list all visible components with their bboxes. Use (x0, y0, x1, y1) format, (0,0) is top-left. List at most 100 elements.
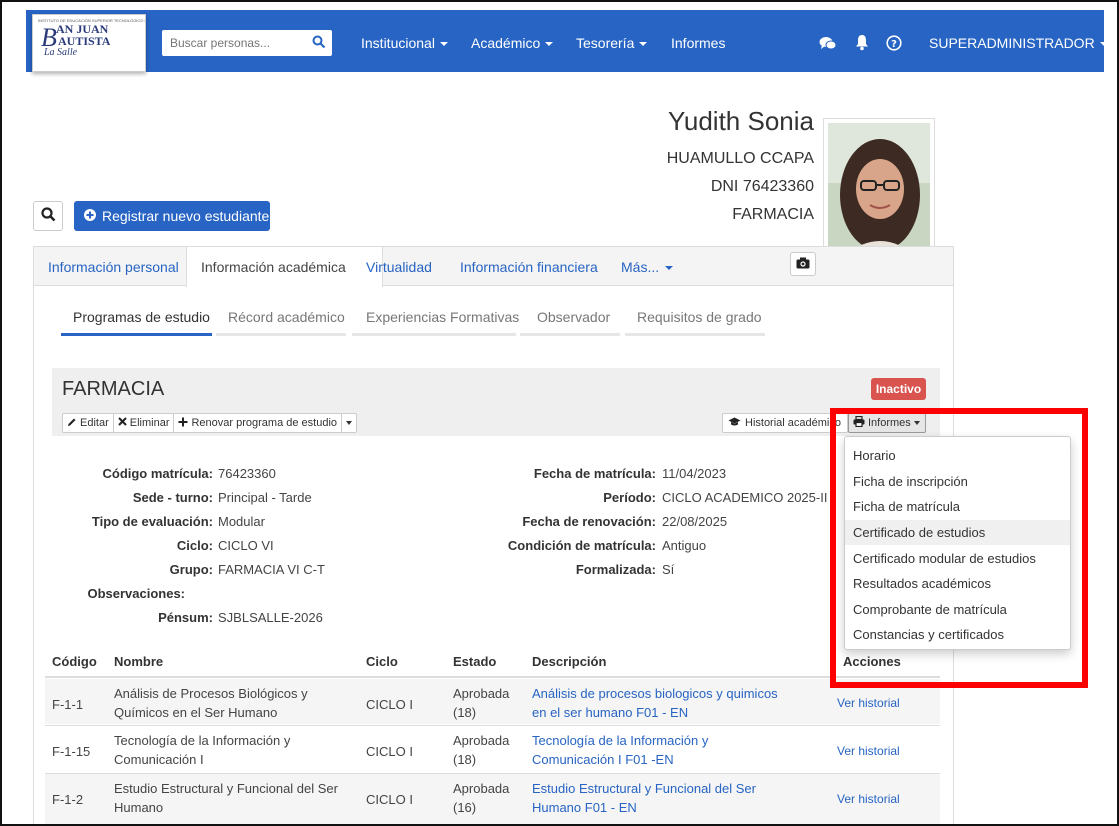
subtab-label: Requisitos de grado (637, 309, 762, 325)
help-icon[interactable]: ? (886, 35, 902, 54)
menu-item-ficha-matricula[interactable]: Ficha de matrícula (845, 494, 1070, 520)
history-button[interactable]: Historial académico (722, 413, 848, 433)
search-icon[interactable] (312, 35, 326, 52)
tab-mas[interactable]: Más... (621, 259, 674, 275)
subtab-requisitos[interactable]: Requisitos de grado (637, 309, 762, 325)
menu-item-horario[interactable]: Horario (845, 443, 1070, 469)
nav-tesoreria[interactable]: Tesorería (576, 35, 648, 51)
subtab-label: Observador (537, 309, 611, 325)
row-divider (45, 725, 940, 726)
tab-virtualidad[interactable]: Virtualidad (366, 259, 432, 275)
tab-informacion-academica[interactable]: Información académica (186, 246, 383, 287)
reports-button[interactable]: Informes (848, 413, 926, 433)
chat-icon[interactable] (819, 36, 837, 55)
cell-state: Aprobada (18) (453, 731, 509, 769)
tab-informacion-personal[interactable]: Información personal (48, 259, 179, 275)
table-header-divider (45, 676, 940, 678)
view-history-link[interactable]: Ver historial (837, 742, 900, 761)
institution-logo[interactable]: INSTITUTO DE EDUCACIÓN SUPERIOR TECNOLÓG… (32, 14, 146, 72)
detail-value: CICLO VI (218, 538, 274, 553)
nav-informes[interactable]: Informes (671, 35, 725, 51)
nav-academico[interactable]: Académico (471, 35, 554, 51)
register-student-button[interactable]: Registrar nuevo estudiante (74, 201, 270, 231)
detail-label: Ciclo: (176, 538, 213, 553)
subtab-label: Experiencias Formativas (366, 309, 520, 325)
cell-desc-line: en el ser humano F01 - EN (532, 705, 689, 720)
renew-program-button[interactable]: Renovar programa de estudio (174, 414, 343, 432)
view-history-link[interactable]: Ver historial (837, 790, 900, 809)
renew-label: Renovar programa de estudio (191, 417, 338, 429)
menu-item-ficha-inscripcion[interactable]: Ficha de inscripción (845, 469, 1070, 495)
cell-state-line: Aprobada (453, 686, 510, 701)
cell-desc-line: Tecnología de la Información y (532, 733, 709, 748)
caret-down-icon (913, 421, 920, 425)
subtab-programas[interactable]: Programas de estudio (73, 309, 210, 325)
tab-label: Información financiera (460, 259, 598, 275)
subtab-active-indicator (61, 333, 212, 336)
detail-value: 22/08/2025 (662, 514, 728, 529)
cell-description-link[interactable]: Estudio Estructural y Funcional del Ser H… (532, 779, 756, 817)
cell-description-link[interactable]: Análisis de procesos biologicos y quimic… (532, 684, 778, 722)
search-icon (40, 207, 56, 225)
status-badge: Inactivo (871, 378, 926, 400)
caret-down-icon (639, 42, 648, 47)
search-student-button[interactable] (33, 201, 63, 231)
cell-description-link[interactable]: Tecnología de la Información y Comunicaci… (532, 731, 708, 769)
nav-label: Tesorería (576, 35, 635, 51)
bell-icon[interactable] (855, 34, 869, 54)
cell-state: Aprobada (16) (453, 779, 509, 817)
view-history-link[interactable]: Ver historial (837, 694, 900, 713)
caret-down-icon (439, 42, 448, 47)
cell-name-line: Químicos en el Ser Humano (114, 705, 278, 720)
plus-icon (178, 417, 188, 430)
cell-state-line: Aprobada (453, 733, 510, 748)
subtab-divider (216, 333, 346, 336)
cell-cycle: CICLO I (366, 744, 413, 759)
student-program: FARMACIA (732, 206, 814, 223)
change-photo-button[interactable] (790, 252, 816, 276)
cell-state-line: (16) (453, 800, 477, 815)
tab-label: Información académica (201, 259, 346, 275)
menu-item-certificado-estudios[interactable]: Certificado de estudios (845, 519, 1070, 546)
search-box[interactable] (162, 30, 332, 56)
nav-institucional[interactable]: Institucional (361, 35, 448, 51)
edit-button[interactable]: Editar (63, 414, 114, 432)
subtab-label: Récord académico (228, 309, 345, 325)
search-input[interactable] (162, 30, 302, 56)
detail-value: Sí (662, 562, 675, 577)
detail-value: Modular (218, 514, 265, 529)
caret-down-icon (545, 42, 554, 47)
student-dni: DNI 76423360 (710, 178, 814, 195)
menu-item-certificado-modular[interactable]: Certificado modular de estudios (845, 545, 1070, 571)
user-name: SUPERADMINISTRADOR (929, 35, 1095, 51)
menu-item-comprobante-matricula[interactable]: Comprobante de matrícula (845, 597, 1070, 623)
user-menu[interactable]: SUPERADMINISTRADOR (929, 35, 1108, 51)
renew-dropdown-toggle[interactable] (342, 414, 356, 432)
tab-informacion-financiera[interactable]: Información financiera (460, 259, 598, 275)
menu-item-constancias[interactable]: Constancias y certificados (845, 622, 1070, 648)
detail-label: Tipo de evaluación: (91, 514, 213, 529)
cell-desc-line: Humano F01 - EN (532, 800, 637, 815)
detail-label: Grupo: (169, 562, 213, 577)
subtab-record[interactable]: Récord académico (228, 309, 345, 325)
edit-label: Editar (80, 417, 109, 429)
cell-code: F-1-2 (52, 792, 84, 807)
top-navbar: Institucional Académico Tesorería Inform… (26, 10, 1108, 72)
menu-item-resultados-academicos[interactable]: Resultados académicos (845, 571, 1070, 597)
logo-letter-b: B (41, 23, 57, 52)
subtab-experiencias[interactable]: Experiencias Formativas (366, 309, 519, 325)
close-icon (118, 417, 127, 429)
column-header: Código (52, 654, 97, 669)
subtab-observador[interactable]: Observador (537, 309, 610, 325)
delete-button[interactable]: Eliminar (114, 414, 175, 432)
detail-value: 11/04/2023 (662, 466, 727, 481)
subtab-divider (625, 333, 765, 336)
cell-desc-line: Análisis de procesos biologicos y quimic… (532, 686, 778, 701)
cell-name-line: Comunicación I (114, 752, 204, 767)
column-header: Nombre (114, 654, 164, 669)
nav-label: Institucional (361, 35, 435, 51)
cell-state-line: (18) (453, 705, 477, 720)
subtab-divider (520, 333, 620, 336)
cell-name: Tecnología de la Información y Comunicaci… (114, 731, 290, 769)
nav-label: Académico (471, 35, 541, 51)
